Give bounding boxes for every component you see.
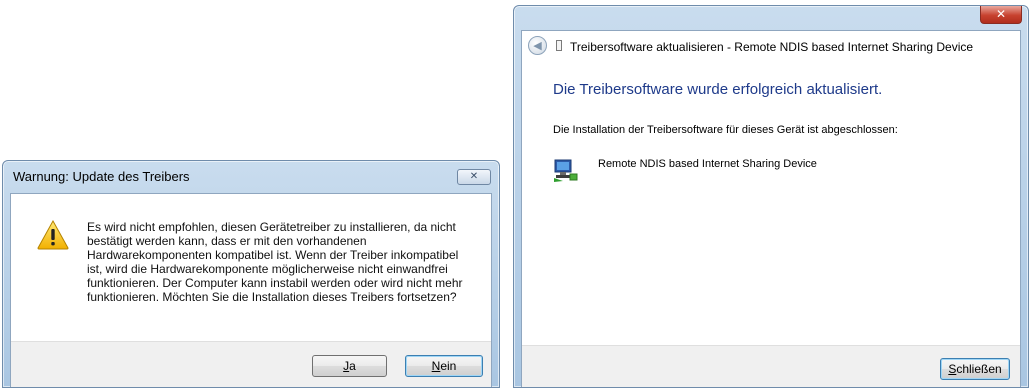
- close-button-label: chließen: [956, 362, 1002, 376]
- wizard-nav-title: Treibersoftware aktualisieren - Remote N…: [570, 40, 974, 54]
- warning-dialog-title: Warnung: Update des Treibers: [13, 169, 190, 184]
- warning-dialog: Warnung: Update des Treibers ✕ Es wird n…: [2, 160, 500, 388]
- warning-icon: [37, 220, 69, 250]
- back-button[interactable]: ◀: [528, 36, 547, 55]
- network-adapter-icon: [554, 159, 578, 182]
- yes-button-label: a: [349, 359, 356, 373]
- wizard-navbar: ◀ Treibersoftware aktualisieren - Remote…: [522, 31, 1020, 61]
- warning-close-button[interactable]: ✕: [457, 169, 491, 185]
- back-arrow-icon: ◀: [533, 39, 542, 52]
- yes-button[interactable]: Ja: [312, 355, 387, 377]
- warning-footer: Ja Nein: [11, 341, 491, 387]
- wizard-client-area: ◀ Treibersoftware aktualisieren - Remote…: [521, 30, 1021, 387]
- warning-message: Es wird nicht empfohlen, diesen Gerätetr…: [87, 220, 463, 304]
- warning-titlebar[interactable]: Warnung: Update des Treibers ✕: [3, 161, 499, 193]
- no-button[interactable]: Nein: [405, 355, 483, 377]
- close-icon: ✕: [469, 171, 479, 182]
- no-button-label: ein: [440, 359, 457, 373]
- wizard-heading: Die Treibersoftware wurde erfolgreich ak…: [553, 81, 883, 98]
- device-name: Remote NDIS based Internet Sharing Devic…: [598, 158, 817, 170]
- close-icon: ✕: [995, 7, 1007, 21]
- wizard-close-button[interactable]: ✕: [980, 6, 1022, 24]
- wizard-subtext: Die Installation der Treibersoftware für…: [553, 124, 898, 136]
- close-button[interactable]: Schließen: [940, 358, 1010, 380]
- device-small-icon: [556, 40, 562, 51]
- update-wizard-window: ✕ ◀ Treibersoftware aktualisieren - Remo…: [513, 5, 1029, 388]
- wizard-footer: Schließen: [522, 345, 1020, 387]
- warning-client-area: Es wird nicht empfohlen, diesen Gerätetr…: [10, 193, 492, 387]
